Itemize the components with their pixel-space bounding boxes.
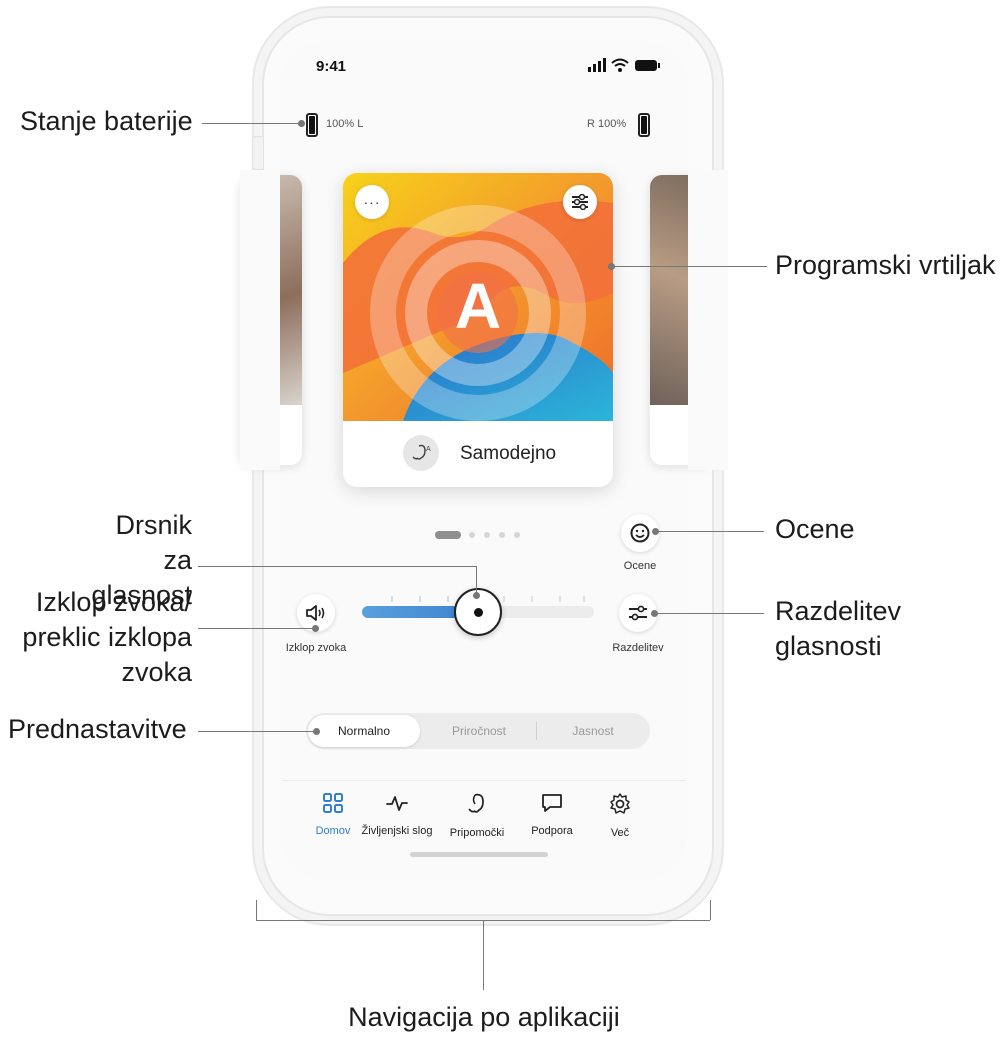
annotation-carousel: Programski vrtiljak bbox=[775, 250, 996, 280]
callout-line bbox=[656, 531, 764, 532]
more-icon: ··· bbox=[363, 194, 381, 210]
program-letter: A bbox=[454, 270, 502, 342]
page-indicator-dot bbox=[484, 532, 490, 538]
nav-divider bbox=[282, 780, 686, 781]
callout-dot bbox=[473, 592, 480, 599]
presets-segmented-control: Normalno Priročnost Jasnost bbox=[306, 713, 650, 749]
speaker-icon bbox=[306, 605, 325, 621]
status-time: 9:41 bbox=[316, 58, 347, 75]
annotation-ratings: Ocene bbox=[775, 514, 855, 544]
bracket-line bbox=[483, 920, 484, 990]
nav-label-more: Več bbox=[610, 827, 630, 839]
mute-label: Izklop zvoka bbox=[285, 642, 347, 654]
status-icons bbox=[588, 58, 660, 72]
callout-line bbox=[202, 123, 302, 124]
gear-icon bbox=[610, 793, 630, 814]
ratings-label: Ocene bbox=[623, 560, 657, 572]
page-indicator-dot bbox=[469, 532, 475, 538]
callout-line bbox=[198, 566, 476, 567]
page-indicator-dot bbox=[514, 532, 520, 538]
callout-dot bbox=[298, 120, 305, 127]
callout-dot bbox=[651, 610, 658, 617]
nav-item-lifestyle[interactable]: Življenjski slog bbox=[357, 792, 437, 837]
nav-label-devices: Pripomočki bbox=[449, 827, 505, 839]
callout-dot bbox=[313, 728, 320, 735]
page-indicator-dot bbox=[499, 532, 505, 538]
grid-icon bbox=[323, 793, 343, 813]
callout-line bbox=[612, 266, 767, 267]
annotation-split: Razdelitev glasnosti bbox=[775, 596, 902, 662]
hearing-aid-icon bbox=[468, 793, 484, 813]
callout-dot bbox=[608, 263, 615, 270]
activity-icon bbox=[386, 796, 408, 811]
more-options-button[interactable]: ··· bbox=[355, 185, 389, 219]
bracket-line bbox=[256, 900, 257, 920]
page-indicator-active bbox=[435, 531, 461, 539]
bracket-line bbox=[710, 900, 711, 920]
annotation-navigation: Navigacija po aplikaciji bbox=[348, 1002, 620, 1032]
sliders-icon bbox=[572, 194, 588, 210]
callout-line bbox=[198, 628, 316, 629]
home-indicator bbox=[410, 852, 548, 857]
program-card[interactable]: A ··· A Samodejno bbox=[343, 173, 613, 487]
annotation-mute: Izklop zvoka/ preklic izklopa zvoka bbox=[22, 587, 192, 688]
nav-item-devices[interactable]: Pripomočki bbox=[437, 792, 517, 839]
battery-left-label: 100% L bbox=[326, 118, 364, 130]
battery-left-icon bbox=[306, 113, 318, 137]
phone-button bbox=[252, 136, 264, 170]
annotation-battery: Stanje baterije bbox=[20, 106, 193, 136]
hearing-aid-auto-icon: A bbox=[403, 435, 439, 471]
battery-right-icon bbox=[638, 113, 650, 137]
callout-dot bbox=[652, 528, 659, 535]
preset-clarity[interactable]: Jasnost bbox=[536, 713, 650, 749]
preset-comfort[interactable]: Priročnost bbox=[422, 713, 536, 749]
split-label: Razdelitev bbox=[612, 642, 664, 654]
callout-line bbox=[654, 613, 764, 614]
split-sliders-icon bbox=[629, 605, 647, 621]
smiley-icon bbox=[630, 523, 650, 543]
nav-item-more[interactable]: Več bbox=[580, 792, 660, 839]
callout-dot bbox=[312, 625, 319, 632]
battery-right-label: R 100% bbox=[587, 118, 627, 130]
annotation-presets: Prednastavitve bbox=[8, 714, 187, 744]
program-name: Samodejno bbox=[460, 443, 557, 464]
nav-label-lifestyle: Življenjski slog bbox=[361, 825, 433, 837]
chat-icon bbox=[542, 794, 562, 812]
preset-normal[interactable]: Normalno bbox=[306, 713, 422, 749]
svg-text:A: A bbox=[426, 446, 431, 453]
callout-line bbox=[198, 731, 316, 732]
program-settings-button[interactable] bbox=[563, 185, 597, 219]
